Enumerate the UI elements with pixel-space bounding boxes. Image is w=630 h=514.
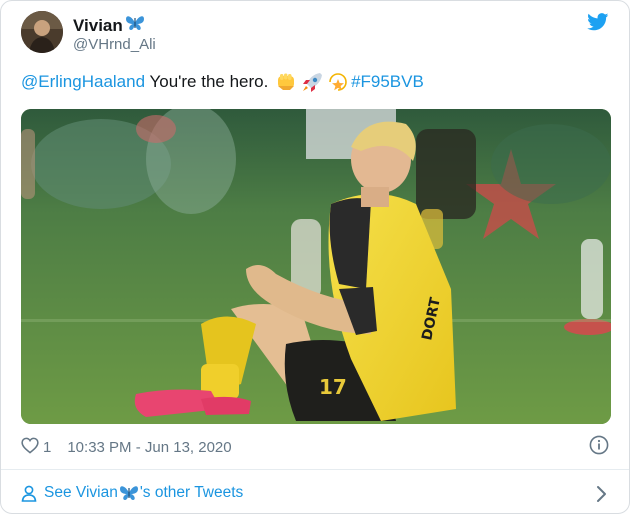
person-icon	[21, 485, 37, 502]
divider	[1, 469, 629, 470]
timestamp-link[interactable]: 10:33 PM - Jun 13, 2020	[67, 439, 231, 456]
fist-emoji-icon	[275, 72, 297, 92]
info-icon[interactable]	[589, 435, 609, 460]
butterfly-icon	[125, 14, 145, 37]
heart-icon[interactable]	[21, 437, 39, 458]
mention-link[interactable]: @ErlingHaaland	[21, 72, 145, 92]
hashtag-link[interactable]: #F95BVB	[351, 72, 424, 92]
rocket-emoji-icon	[301, 72, 323, 92]
dizzy-star-emoji-icon	[327, 72, 349, 92]
tweet-card: Vivian @VHrnd_Ali @ErlingHaaland You're …	[0, 0, 630, 514]
tweet-body: You're the hero.	[145, 72, 274, 91]
see-other-tweets-link[interactable]: See Vivian 's other Tweets	[21, 484, 243, 502]
user-handle[interactable]: @VHrnd_Ali	[73, 36, 156, 53]
see-more-suffix[interactable]: 's other Tweets	[140, 484, 243, 502]
like-count: 1	[43, 439, 52, 456]
see-more-prefix[interactable]: See Vivian	[44, 484, 118, 502]
butterfly-icon	[119, 484, 139, 502]
chevron-right-icon[interactable]	[595, 485, 607, 508]
avatar[interactable]	[21, 11, 63, 53]
display-name[interactable]: Vivian	[73, 14, 145, 37]
tweet-text: @ErlingHaaland You're the hero. #F95BVB	[21, 72, 424, 92]
shorts-number: 17	[319, 375, 347, 399]
display-name-text[interactable]: Vivian	[73, 16, 123, 36]
twitter-bird-icon[interactable]	[587, 13, 609, 36]
tweet-meta: 1 10:33 PM - Jun 13, 2020	[21, 437, 232, 458]
tweet-photo[interactable]: 17 DORT	[21, 109, 611, 424]
